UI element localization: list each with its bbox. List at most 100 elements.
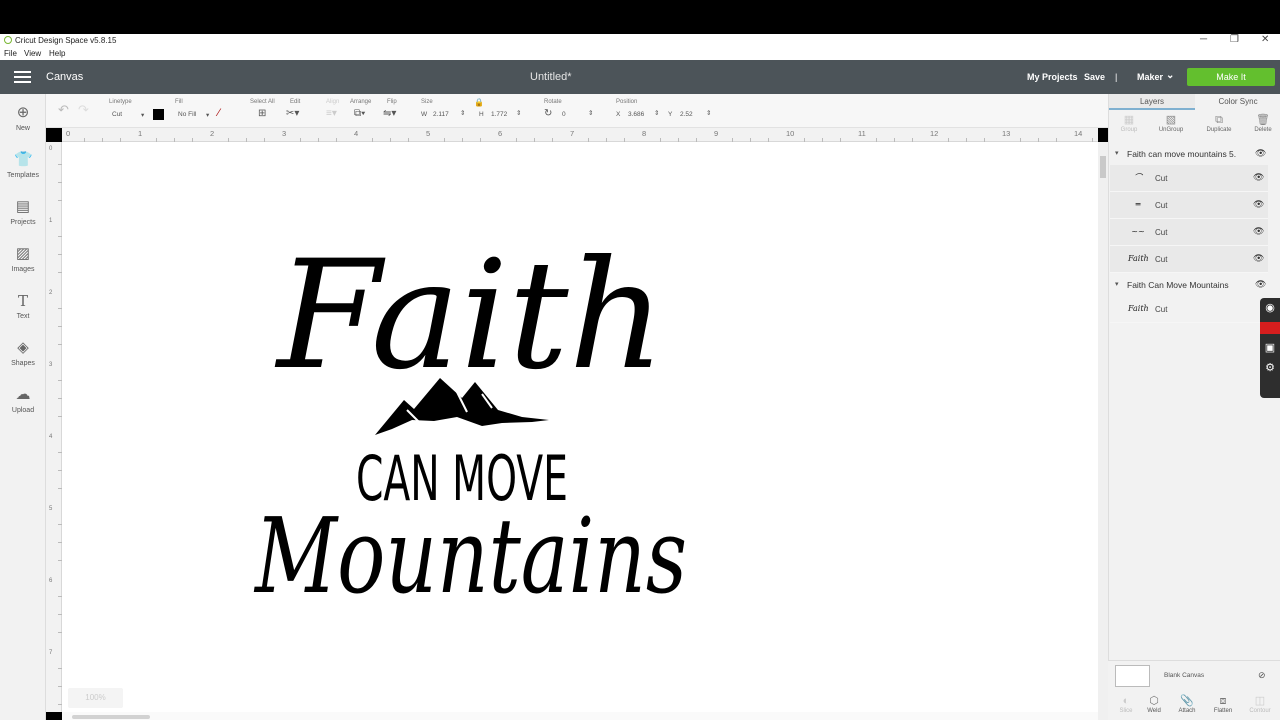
ruler-v-label: 5 [49,506,53,512]
lock-icon[interactable]: 🔒 [474,98,484,107]
eye-hidden-icon[interactable]: ⊘ [1258,670,1266,681]
blank-canvas-row[interactable]: Blank Canvas ⊘ [1108,660,1280,690]
tab-layers[interactable]: Layers [1109,94,1195,110]
chevron-down-icon[interactable]: ⌄ [1166,70,1174,81]
settings-gear-icon[interactable]: ⚙ [1260,358,1280,378]
redo-icon[interactable]: ↷ [78,102,89,118]
attach-icon: 📎 [1180,695,1194,707]
eye-icon[interactable]: 👁 [1253,226,1264,237]
maximize-icon[interactable]: ❐ [1230,34,1239,45]
rotate-input[interactable]: 0 [562,111,566,118]
menu-file[interactable]: File [4,49,17,58]
attach-button[interactable]: 📎 Attach [1169,694,1205,714]
menu-view[interactable]: View [24,49,41,58]
my-projects-link[interactable]: My Projects [1027,72,1078,82]
width-stepper-icon[interactable]: ⇕ [460,109,465,117]
tool-new[interactable]: ⊕ New [0,104,46,132]
design-word-faith[interactable]: Faith [274,229,665,403]
caret-down-icon[interactable]: ▾ [1115,149,1119,157]
eye-icon[interactable]: 👁 [1253,172,1264,183]
x-label: X [616,111,621,118]
cloud-upload-icon: ☁ [15,386,31,403]
minimize-icon[interactable]: ─ [1200,34,1207,45]
layer-row[interactable]: Faith Cut [1110,296,1268,323]
duplicate-button[interactable]: ⧉ Duplicate [1199,110,1239,138]
width-input[interactable]: 2.117 [433,111,449,118]
layer-row[interactable]: Faith Cut 👁 [1110,246,1268,273]
layer-row[interactable]: ~~ Cut 👁 [1110,219,1268,246]
design-artwork[interactable]: Faith CAN MOVE Mountains [62,142,1098,712]
linetype-chevron-icon[interactable]: ▾ [141,111,144,119]
layer-row[interactable]: ═ Cut 👁 [1110,192,1268,219]
camera-icon[interactable]: ◉ [1260,298,1280,318]
horizontal-scroll-thumb[interactable] [72,715,150,719]
layer-row[interactable]: ⌒ Cut 👁 [1110,165,1268,192]
rotate-icon[interactable]: ↻ [544,108,552,119]
layer-actions-bar: ◐ Slice ⬡ Weld 📎 Attach ⧈ Flatten ◫ Contour [1108,690,1280,720]
linetype-color-swatch[interactable] [153,109,164,120]
eye-icon[interactable]: 👁 [1253,253,1264,264]
align-icon[interactable]: ≡▾ [326,108,337,119]
design-canvas[interactable]: Faith CAN MOVE Mountains [62,142,1098,712]
tool-templates[interactable]: 👕 Templates [0,151,46,179]
delete-button[interactable]: 🗑 Delete [1243,110,1280,138]
gallery-icon[interactable]: ▣ [1260,338,1280,358]
y-input[interactable]: 2.52 [680,111,693,118]
fill-chevron-icon[interactable]: ▾ [206,111,209,119]
weld-label: Weld [1147,708,1161,714]
vertical-scrollbar[interactable] [1098,142,1108,720]
x-stepper-icon[interactable]: ⇕ [654,109,659,117]
horizontal-scrollbar[interactable] [62,712,1098,720]
tab-color-sync[interactable]: Color Sync [1195,94,1280,110]
weld-button[interactable]: ⬡ Weld [1136,694,1172,714]
layer-group-header[interactable]: ▾ Faith Can Move Mountains 👁 [1108,278,1268,294]
height-stepper-icon[interactable]: ⇕ [516,109,521,117]
close-icon[interactable]: ✕ [1261,34,1269,45]
height-input[interactable]: 1.772 [491,111,507,118]
ungroup-button[interactable]: ▧ UnGroup [1151,110,1191,138]
blank-canvas-swatch[interactable] [1115,665,1150,687]
x-input[interactable]: 3.686 [628,111,644,118]
undo-icon[interactable]: ↶ [58,102,69,118]
record-indicator[interactable] [1260,322,1280,334]
contour-button[interactable]: ◫ Contour [1242,694,1278,714]
layer-group-header[interactable]: ▾ Faith can move mountains 5. 👁 [1108,147,1268,163]
group-button[interactable]: ▦ Group [1109,110,1149,138]
size-label: Size [421,99,433,105]
hamburger-menu-icon[interactable] [14,71,31,83]
layer-thumbnail: ~~ [1131,227,1145,236]
machine-select[interactable]: Maker [1137,72,1163,82]
duplicate-icon: ⧉ [1215,114,1223,126]
save-button[interactable]: Save [1084,72,1105,82]
tool-upload[interactable]: ☁ Upload [0,386,46,414]
menu-help[interactable]: Help [49,49,65,58]
rotate-stepper-icon[interactable]: ⇕ [588,109,593,117]
select-all-icon[interactable]: ⊞ [258,108,266,119]
fill-select[interactable]: No Fill [178,111,196,118]
zoom-indicator[interactable]: 100% [68,688,123,708]
arrange-icon[interactable]: ⧉▾ [354,108,365,119]
vertical-scroll-thumb[interactable] [1100,156,1106,178]
ungroup-label: UnGroup [1158,127,1184,133]
tool-shapes[interactable]: ◈ Shapes [0,339,46,367]
tool-text[interactable]: T Text [0,292,46,320]
no-fill-icon[interactable]: ⁄ [218,107,220,119]
arrange-label: Arrange [350,99,372,105]
edit-scissors-icon[interactable]: ✂▾ [286,108,299,119]
ruler-h-label: 12 [930,129,939,138]
eye-icon[interactable]: 👁 [1253,199,1264,210]
make-it-button[interactable]: Make It [1187,68,1275,86]
flip-icon[interactable]: ⇋▾ [383,108,396,119]
caret-down-icon[interactable]: ▾ [1115,280,1119,288]
floating-capture-widget[interactable]: ◉ ▣ ⚙ [1260,298,1280,398]
tool-projects[interactable]: ▤ Projects [0,198,46,226]
shapes-icon: ◈ [17,339,29,356]
flatten-button[interactable]: ⧈ Flatten [1205,694,1241,714]
linetype-select[interactable]: Cut [112,111,122,118]
ruler-h-label: 4 [354,129,359,138]
tool-images[interactable]: ▨ Images [0,245,46,273]
design-word-mountains[interactable]: Mountains [253,495,687,617]
eye-icon[interactable]: 👁 [1255,279,1266,290]
y-stepper-icon[interactable]: ⇕ [706,109,711,117]
eye-icon[interactable]: 👁 [1255,148,1266,159]
